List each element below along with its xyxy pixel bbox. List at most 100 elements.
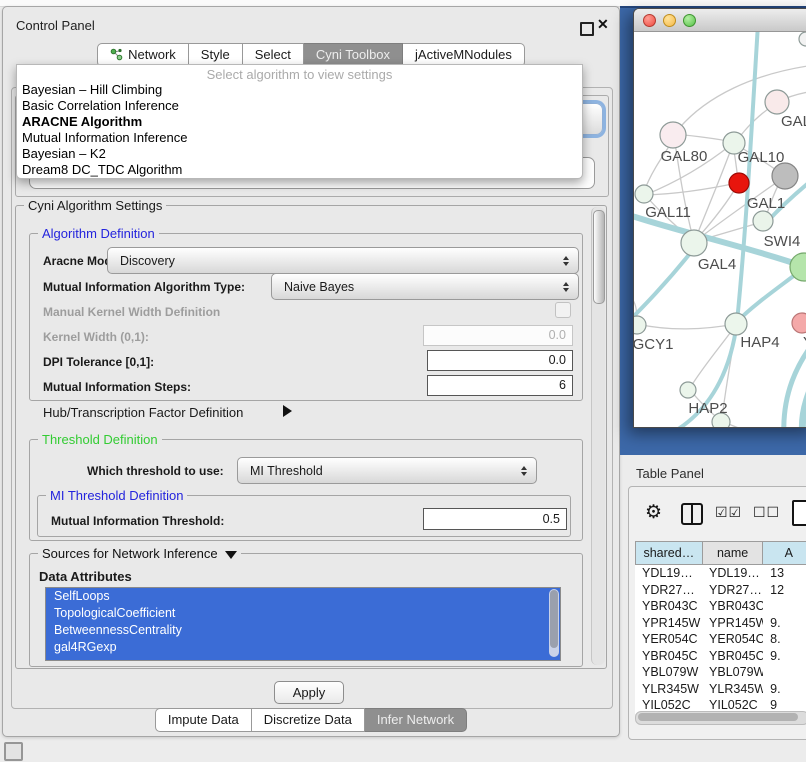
table-cell: 13: [763, 566, 806, 580]
settings-scrollbar-thumb[interactable]: [593, 210, 605, 304]
kernel-width-field: 0.0: [423, 325, 573, 346]
attributes-scrollbar-thumb[interactable]: [550, 590, 558, 648]
tab-label: jActiveMNodules: [415, 47, 512, 62]
network-edge[interactable]: [637, 324, 735, 329]
gear-icon[interactable]: ⚙: [645, 501, 662, 524]
algorithm-option-bayesian-hill-climbing[interactable]: Bayesian – Hill Climbing: [17, 82, 582, 98]
close-traffic-light-icon[interactable]: [643, 14, 656, 27]
tab-infer-network[interactable]: Infer Network: [365, 708, 467, 732]
select-all-checks-icon[interactable]: ☑☑: [715, 504, 742, 521]
table-row[interactable]: YBR043CYBR043C: [635, 598, 806, 615]
table-cell: YLR345W: [635, 682, 702, 696]
table-row[interactable]: YPR145WYPR145W9.: [635, 615, 806, 632]
table-cell: YBR043C: [702, 599, 763, 613]
node-label-gal4: GAL4: [698, 256, 736, 273]
node-label-gal80: GAL80: [661, 148, 708, 165]
attribute-item-gal4rgexp[interactable]: gal4RGexp: [46, 639, 560, 656]
cyni-algorithm-settings-title: Cyni Algorithm Settings: [24, 198, 166, 213]
network-node-gal1[interactable]: [729, 173, 749, 193]
network-node-gcy1[interactable]: [634, 316, 646, 334]
network-node-swi4[interactable]: [753, 211, 773, 231]
dpi-tolerance-field[interactable]: 0.0: [427, 350, 573, 371]
deselect-all-checks-icon[interactable]: ☐☐: [753, 504, 780, 521]
data-attributes-list[interactable]: SelfLoopsTopologicalCoefficientBetweenne…: [45, 587, 561, 661]
table-scrollbar-thumb[interactable]: [638, 713, 798, 721]
collapsed-panel-icon[interactable]: [4, 742, 23, 761]
table-row[interactable]: YBL079WYBL079W: [635, 664, 806, 681]
close-icon[interactable]: ✕: [597, 16, 609, 33]
table-row[interactable]: YLR345WYLR345W9.: [635, 681, 806, 698]
stepper-icon: [516, 466, 532, 476]
network-node-hap4[interactable]: [725, 313, 747, 335]
apply-button[interactable]: Apply: [274, 681, 344, 704]
table-cell: 12: [763, 583, 806, 597]
which-threshold-combobox[interactable]: MI Threshold: [237, 457, 537, 484]
settings-vertical-scrollbar[interactable]: [591, 207, 605, 665]
collapse-down-icon[interactable]: [225, 551, 237, 559]
algorithm-option-bayesian-k2[interactable]: Bayesian – K2: [17, 146, 582, 162]
aracne-mode-value: Discovery: [108, 254, 558, 268]
table-cell: YDL19…: [635, 566, 702, 580]
table-row[interactable]: YDL19…YDL19…13: [635, 565, 806, 582]
control-panel-window: Control Panel ✕ NetworkStyleSelectCyni T…: [2, 6, 620, 737]
dpi-tolerance-label: DPI Tolerance [0,1]:: [43, 355, 154, 369]
table-cell: YDR27…: [635, 583, 702, 597]
algorithm-option-basic-correlation-inference[interactable]: Basic Correlation Inference: [17, 98, 582, 114]
network-node-y[interactable]: [792, 313, 806, 333]
algorithm-dropdown-list: Bayesian – Hill ClimbingBasic Correlatio…: [17, 82, 582, 178]
hub-definition-label[interactable]: Hub/Transcription Factor Definition: [43, 405, 243, 420]
algorithm-option-aracne-algorithm[interactable]: ARACNE Algorithm: [17, 114, 582, 130]
table-row[interactable]: YBR045CYBR045C9.: [635, 648, 806, 665]
table-row[interactable]: YER054CYER054C8.: [635, 631, 806, 648]
node-label-gal: GAL: [781, 113, 806, 130]
tab-discretize-data[interactable]: Discretize Data: [252, 708, 365, 732]
node-label-hap2: HAP2: [688, 400, 727, 417]
columns-icon[interactable]: [681, 503, 703, 525]
algorithm-option-mutual-information-inference[interactable]: Mutual Information Inference: [17, 130, 582, 146]
tab-label: Cyni Toolbox: [316, 47, 390, 62]
manual-kernel-label: Manual Kernel Width Definition: [43, 305, 220, 319]
node-label-swi4: SWI4: [764, 233, 801, 250]
algorithm-dropdown-placeholder: Select algorithm to view settings: [17, 65, 582, 82]
attribute-item-betweennesscentrality[interactable]: BetweennessCentrality: [46, 622, 560, 639]
mi-threshold-label: Mutual Information Threshold:: [51, 514, 224, 528]
kernel-width-label: Kernel Width (0,1):: [43, 330, 149, 344]
table-horizontal-scrollbar[interactable]: [635, 711, 806, 725]
expand-right-icon[interactable]: [283, 405, 292, 417]
network-edge-thick[interactable]: [634, 246, 696, 324]
network-node[interactable]: [772, 163, 798, 189]
minimize-traffic-light-icon[interactable]: [663, 14, 676, 27]
mi-steps-field[interactable]: 6: [427, 375, 573, 396]
network-node-gal4[interactable]: [681, 230, 707, 256]
sources-title-wrap[interactable]: Sources for Network Inference: [38, 546, 241, 561]
attributes-scrollbar[interactable]: [549, 589, 559, 657]
column-header-a[interactable]: A: [763, 541, 806, 565]
attribute-item-selfloops[interactable]: SelfLoops: [46, 588, 560, 605]
network-edge-thick[interactable]: [802, 362, 806, 427]
data-attributes-label: Data Attributes: [39, 569, 132, 584]
table-panel-title: Table Panel: [636, 466, 704, 481]
table-row[interactable]: YDR27…YDR27…12: [635, 582, 806, 599]
document-icon[interactable]: [792, 500, 806, 526]
network-node-gal11[interactable]: [635, 185, 653, 203]
column-header-shared-[interactable]: shared…: [635, 541, 703, 565]
network-canvas[interactable]: GAL80GALGAL10GAL1GAL11SWI4GAL4GCY1HAP4YH…: [634, 32, 806, 427]
zoom-traffic-light-icon[interactable]: [683, 14, 696, 27]
tab-impute-data[interactable]: Impute Data: [155, 708, 252, 732]
mi-threshold-field[interactable]: 0.5: [423, 508, 567, 530]
algorithm-option-dream8-dc-tdc-algorithm[interactable]: Dream8 DC_TDC Algorithm: [17, 162, 582, 178]
algorithm-dropdown-popup: Select algorithm to view settings Bayesi…: [16, 64, 583, 179]
network-node-gal[interactable]: [765, 90, 789, 114]
float-window-icon[interactable]: [580, 22, 594, 36]
manual-kernel-checkbox[interactable]: [555, 302, 571, 318]
network-node-gal80[interactable]: [660, 122, 686, 148]
table-cell: YPR145W: [702, 616, 763, 630]
aracne-mode-combobox[interactable]: Discovery: [107, 247, 579, 274]
mi-type-combobox[interactable]: Naive Bayes: [271, 273, 579, 300]
network-window-titlebar[interactable]: [634, 9, 806, 32]
algorithm-definition-title: Algorithm Definition: [38, 226, 159, 241]
attribute-item-topologicalcoefficient[interactable]: TopologicalCoefficient: [46, 605, 560, 622]
network-node-hap2[interactable]: [680, 382, 696, 398]
column-header-name[interactable]: name: [703, 541, 764, 565]
network-node[interactable]: [799, 32, 806, 46]
